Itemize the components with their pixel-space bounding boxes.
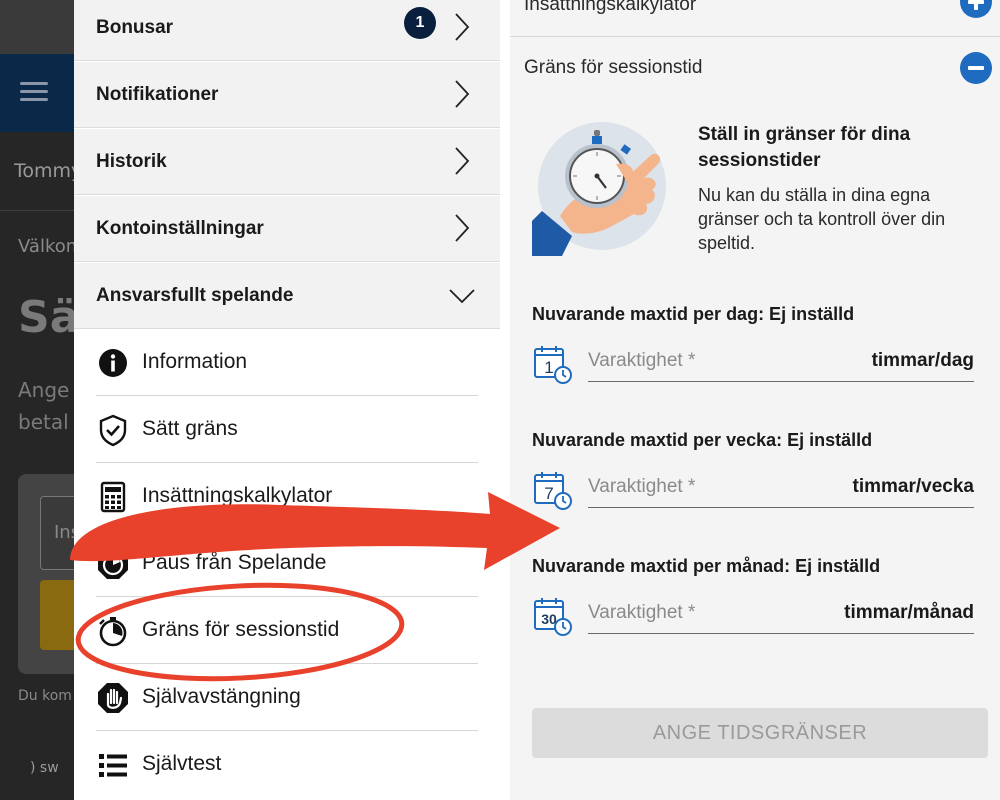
menu-item-label: Ansvarsfullt spelande: [96, 285, 294, 306]
info-icon: [99, 349, 127, 377]
promo-title: Ställ in gränser för dina sessionstider: [698, 124, 911, 171]
button-label: ANGE TIDSGRÄNSER: [652, 722, 868, 744]
set-time-limits-button[interactable]: ANGE TIDSGRÄNSER: [532, 708, 988, 758]
sub-item-label: Insättningskalkylator: [142, 484, 333, 507]
menu-item-label: Bonusar: [96, 17, 174, 38]
sub-item-information[interactable]: Information: [96, 329, 478, 396]
accordion-grans-for-sessionstid[interactable]: Gräns för sessionstid: [510, 37, 1000, 99]
background-text-line-2: betal: [18, 410, 69, 434]
chevron-right-icon: [455, 80, 470, 108]
sub-item-paus-fran-spelande[interactable]: Paus från Spelande: [96, 530, 478, 597]
menu-item-ansvarsfullt-spelande[interactable]: Ansvarsfullt spelande: [74, 263, 500, 329]
menu-item-kontoinstallningar[interactable]: Kontoinställningar: [74, 196, 500, 262]
input-placeholder: Varaktighet *: [588, 602, 696, 623]
chevron-right-icon: [455, 13, 470, 41]
limit-title-day: Nuvarande maxtid per dag: Ej inställd: [532, 304, 855, 324]
chevron-right-icon: [455, 214, 470, 242]
background-app: Tommy Välkom Sä Ange betal Ins Du kom ) …: [0, 0, 80, 800]
shield-check-icon: [99, 414, 127, 447]
chevron-right-icon: [455, 147, 470, 175]
background-divider: [0, 210, 80, 211]
background-welcome-text: Välkom: [18, 236, 80, 257]
duration-input-week[interactable]: Varaktighet * timmar/vecka: [588, 468, 974, 508]
sub-item-label: Paus från Spelande: [142, 551, 327, 574]
hand-stop-icon: [98, 683, 128, 713]
calendar-clock-icon: 1: [534, 346, 572, 384]
background-logo: ) sw: [30, 760, 59, 776]
menu-item-bonusar[interactable]: Bonusar 1: [74, 0, 500, 61]
menu-item-historik[interactable]: Historik: [74, 129, 500, 195]
calendar-number: 7: [544, 484, 553, 503]
background-heading: Sä: [18, 292, 80, 343]
limit-title-month: Nuvarande maxtid per månad: Ej inställd: [532, 556, 881, 576]
sub-item-label: Sätt gräns: [142, 417, 238, 440]
expand-plus-icon[interactable]: [960, 0, 992, 18]
limit-title-week: Nuvarande maxtid per vecka: Ej inställd: [532, 430, 873, 450]
background-footer-text: Du kom: [18, 688, 72, 704]
menu-item-label: Notifikationer: [96, 84, 219, 105]
duration-input-month[interactable]: Varaktighet * timmar/månad: [588, 594, 974, 634]
accordion-label: Gräns för sessionstid: [524, 57, 703, 78]
calculator-icon: [100, 481, 126, 513]
stopwatch-icon: [99, 617, 127, 647]
input-unit: timmar/månad: [844, 602, 974, 623]
menu-item-label: Historik: [96, 151, 167, 172]
sub-item-grans-for-sessionstid[interactable]: Gräns för sessionstid: [96, 597, 478, 664]
pause-timer-icon: [98, 549, 128, 579]
side-menu: Bonusar 1 Notifikationer Historik Kontoi…: [74, 0, 500, 800]
input-placeholder: Varaktighet *: [588, 350, 696, 371]
sub-item-label: Information: [142, 350, 248, 373]
chevron-down-icon: [449, 289, 475, 304]
background-status-area: [0, 0, 80, 54]
input-unit: timmar/dag: [871, 350, 974, 371]
calendar-clock-icon: 7: [534, 472, 572, 510]
menu-item-notifikationer[interactable]: Notifikationer: [74, 62, 500, 128]
accordion-insattningskalkylator[interactable]: Insättningskalkylator: [510, 0, 1000, 36]
calendar-number: 1: [544, 358, 553, 377]
sub-item-sjalvavstangning[interactable]: Självavstängning: [96, 664, 478, 731]
sub-item-sjalvtest[interactable]: Självtest: [96, 731, 478, 798]
menu-item-label: Kontoinställningar: [96, 218, 264, 239]
calendar-clock-icon: 30: [534, 598, 572, 636]
session-time-panel: Insättningskalkylator Gräns för sessions…: [510, 0, 1000, 800]
promo-text: Nu kan du ställa in dina egna gränser oc…: [698, 185, 946, 253]
background-text-line-1: Ange: [18, 378, 70, 402]
duration-input-day[interactable]: Varaktighet * timmar/dag: [588, 342, 974, 382]
accordion-label: Insättningskalkylator: [524, 0, 697, 15]
sub-item-label: Självavstängning: [142, 685, 301, 708]
sub-item-satt-grans[interactable]: Sätt gräns: [96, 396, 478, 463]
background-user-name: Tommy: [14, 160, 80, 182]
collapse-minus-icon[interactable]: [960, 52, 992, 84]
input-unit: timmar/vecka: [852, 476, 974, 497]
sub-item-label: Självtest: [142, 752, 222, 775]
notification-badge: 1: [404, 7, 436, 39]
list-icon: [99, 754, 127, 777]
sub-item-label: Gräns för sessionstid: [142, 618, 340, 641]
sub-item-insattningskalkylator[interactable]: Insättningskalkylator: [96, 463, 478, 530]
hamburger-menu-icon[interactable]: [20, 82, 48, 102]
stopwatch-hand-illustration: [532, 122, 666, 256]
input-placeholder: Varaktighet *: [588, 476, 696, 497]
